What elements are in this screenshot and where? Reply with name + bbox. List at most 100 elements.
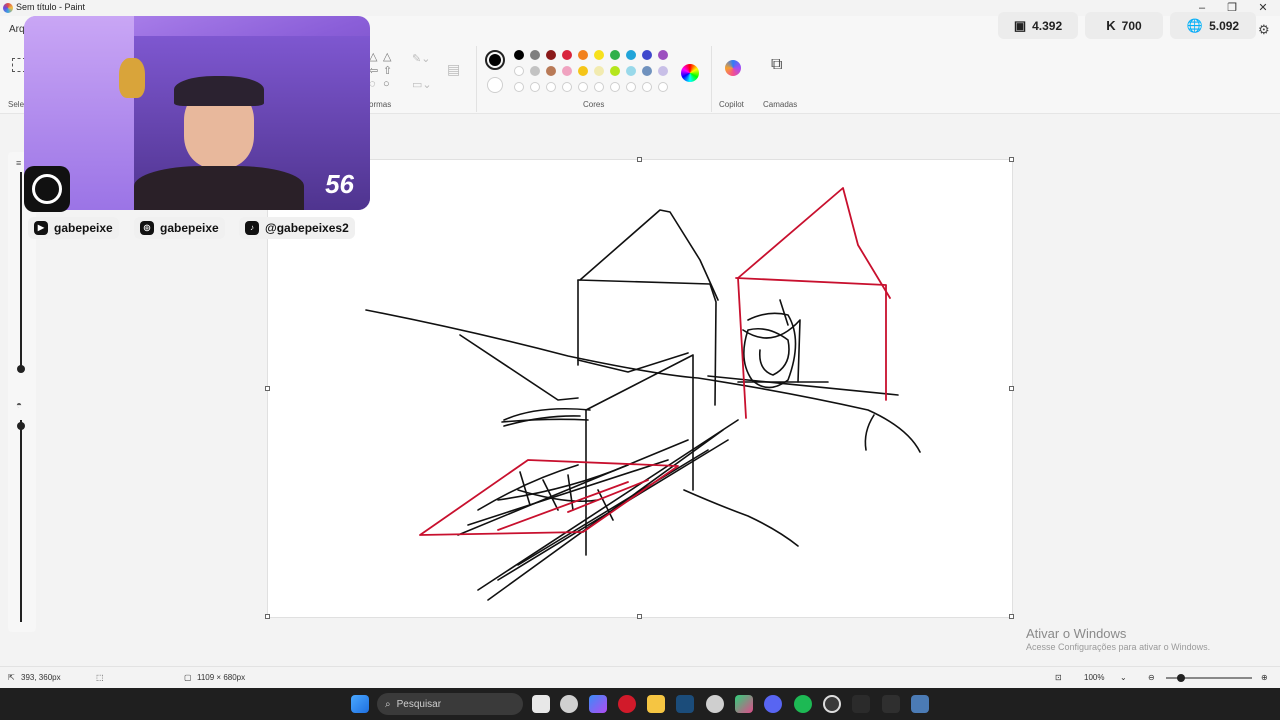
copilot-icon[interactable]	[725, 60, 741, 76]
settings-gear-icon[interactable]: ⚙	[1258, 22, 1270, 38]
discord-icon[interactable]	[764, 695, 782, 713]
color-swatch[interactable]	[610, 50, 620, 60]
canvas-resize-handle[interactable]	[1009, 157, 1014, 162]
empty-color-swatch[interactable]	[578, 82, 588, 92]
color-swatch[interactable]	[642, 50, 652, 60]
color-swatch[interactable]	[642, 66, 652, 76]
color-swatch[interactable]	[562, 66, 572, 76]
selection-size-icon: ⬚	[96, 673, 104, 682]
empty-color-swatch[interactable]	[626, 82, 636, 92]
black-strokes	[365, 209, 921, 601]
color-swatch[interactable]	[626, 66, 636, 76]
canvas-resize-handle[interactable]	[637, 614, 642, 619]
drawing-canvas[interactable]	[268, 160, 1012, 617]
copilot-icon[interactable]	[589, 695, 607, 713]
task-view-icon[interactable]	[532, 695, 550, 713]
empty-color-swatch[interactable]	[610, 82, 620, 92]
arrow-shape-icon[interactable]: ⇦	[369, 64, 378, 77]
app-icon[interactable]	[560, 695, 578, 713]
color-swatch[interactable]	[658, 50, 668, 60]
color-swatch[interactable]	[578, 50, 588, 60]
spotify-icon[interactable]	[794, 695, 812, 713]
zoom-select[interactable]: 100%	[1084, 673, 1104, 682]
taskbar-search[interactable]: ⌕ Pesquisar	[377, 693, 523, 715]
color-swatch[interactable]	[658, 66, 668, 76]
zoom-slider-knob[interactable]	[1177, 674, 1185, 682]
total-viewers-badge: 🌐 5.092	[1170, 12, 1256, 39]
empty-color-swatch[interactable]	[658, 82, 668, 92]
app-icon[interactable]	[882, 695, 900, 713]
empty-color-swatch[interactable]	[530, 82, 540, 92]
color-swatch[interactable]	[594, 66, 604, 76]
size-icon[interactable]: ▤	[447, 61, 460, 78]
drawing-strokes	[365, 187, 921, 601]
paint-app-icon	[3, 3, 13, 13]
empty-color-swatch[interactable]	[594, 82, 604, 92]
empty-color-swatch[interactable]	[642, 82, 652, 92]
empty-color-swatch[interactable]	[546, 82, 556, 92]
search-icon: ⌕	[385, 698, 391, 710]
app-icon[interactable]	[706, 695, 724, 713]
streamer-logo	[24, 166, 70, 212]
color-swatch[interactable]	[530, 50, 540, 60]
color-swatch[interactable]	[530, 66, 540, 76]
cursor-position: 393, 360px	[21, 673, 61, 682]
red-strokes	[419, 187, 891, 536]
opacity-slider-knob[interactable]	[17, 422, 25, 430]
layers-icon[interactable]: ⧉	[771, 56, 782, 74]
empty-color-swatch[interactable]	[514, 82, 524, 92]
canvas-resize-handle[interactable]	[265, 386, 270, 391]
opacity-icon: ◓	[16, 400, 23, 411]
app-icon[interactable]	[735, 695, 753, 713]
canvas-resize-handle[interactable]	[265, 614, 270, 619]
edit-colors-icon[interactable]	[681, 64, 699, 82]
canvas-resize-handle[interactable]	[1009, 386, 1014, 391]
size-slider-knob[interactable]	[17, 365, 25, 373]
color-swatch[interactable]	[514, 50, 524, 60]
zoom-out-icon[interactable]: ⊖	[1148, 673, 1155, 682]
outline-icon[interactable]: ✎⌄	[412, 52, 430, 65]
opacity-slider-track[interactable]	[20, 420, 22, 622]
app-icon[interactable]	[852, 695, 870, 713]
zoom-in-icon[interactable]: ⊕	[1261, 673, 1268, 682]
color-swatch[interactable]	[562, 50, 572, 60]
triangle-shape-icon[interactable]: △	[383, 50, 391, 63]
twitch-viewer-count: 4.392	[1032, 18, 1063, 33]
obs-icon[interactable]	[823, 695, 841, 713]
status-bar: ⇱ 393, 360px ⬚ ▢ 1109 × 680px ⊡ 100% ⌄ ⊖…	[0, 666, 1280, 688]
bubble-shape-icon[interactable]: ○	[383, 78, 390, 90]
arrow-up-shape-icon[interactable]: ⇧	[383, 64, 392, 77]
color-swatch[interactable]	[546, 66, 556, 76]
instagram-handle: ◎ gabepeixe	[134, 217, 225, 239]
color-swatch[interactable]	[578, 66, 588, 76]
ribbon-divider	[476, 46, 477, 112]
chevron-down-icon[interactable]: ⌄	[1120, 673, 1127, 682]
canvas-resize-handle[interactable]	[637, 157, 642, 162]
color-swatch[interactable]	[626, 50, 636, 60]
start-icon[interactable]	[351, 695, 369, 713]
kick-icon: K	[1106, 18, 1116, 33]
file-menu[interactable]: Arq	[9, 24, 25, 35]
empty-color-swatch[interactable]	[562, 82, 572, 92]
color-swatch[interactable]	[514, 66, 524, 76]
current-color-primary[interactable]	[485, 50, 505, 70]
color-swatch[interactable]	[546, 50, 556, 60]
triangle-shape-icon[interactable]: △	[369, 50, 377, 63]
steam-icon[interactable]	[676, 695, 694, 713]
current-color-secondary[interactable]	[487, 77, 503, 93]
tiktok-icon: ♪	[245, 221, 259, 235]
file-explorer-icon[interactable]	[647, 695, 665, 713]
fill-icon[interactable]: ▭⌄	[412, 78, 432, 91]
streamer-webcam: 56	[24, 16, 370, 210]
paint-taskbar-icon[interactable]	[911, 695, 929, 713]
twitch-viewers-badge: ▣ 4.392	[998, 12, 1078, 39]
color-swatch[interactable]	[610, 66, 620, 76]
canvas-resize-handle[interactable]	[1009, 614, 1014, 619]
color-swatch[interactable]	[594, 50, 604, 60]
size-slider-track[interactable]	[20, 172, 22, 370]
person-shirt	[134, 166, 304, 210]
opera-icon[interactable]	[618, 695, 636, 713]
layers-label: Camadas	[763, 100, 798, 109]
total-viewer-count: 5.092	[1209, 18, 1240, 33]
fit-screen-icon[interactable]: ⊡	[1055, 673, 1062, 682]
